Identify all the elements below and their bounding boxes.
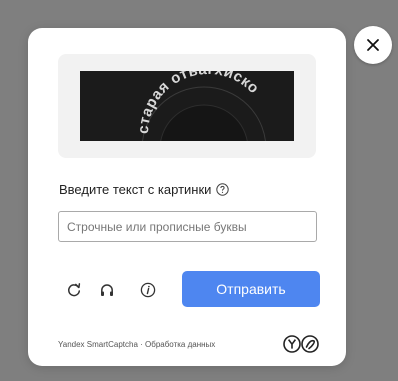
- question-circle-icon[interactable]: [216, 183, 230, 196]
- captcha-modal: старая отвагхиско Введите текст с картин…: [28, 28, 346, 366]
- captcha-prompt: Введите текст с картинки: [59, 182, 230, 197]
- captcha-image-panel: старая отвагхиско: [58, 54, 316, 158]
- footer-separator: ·: [137, 340, 146, 349]
- submit-button[interactable]: Отправить: [182, 271, 320, 307]
- captcha-prompt-label: Введите текст с картинки: [59, 182, 212, 197]
- info-button[interactable]: [138, 280, 158, 300]
- captcha-image: старая отвагхиско: [80, 71, 294, 141]
- refresh-icon: [68, 283, 81, 297]
- headphones-icon: [101, 284, 113, 296]
- audio-challenge-button[interactable]: [97, 280, 117, 300]
- close-icon: [367, 39, 379, 51]
- info-icon: [140, 282, 156, 298]
- refresh-button[interactable]: [64, 280, 84, 300]
- smartcaptcha-link[interactable]: Yandex SmartCaptcha: [58, 340, 138, 349]
- close-button[interactable]: [354, 26, 392, 64]
- data-processing-link[interactable]: Обработка данных: [145, 340, 215, 349]
- captcha-footer: Yandex SmartCaptcha · Обработка данных: [58, 340, 215, 349]
- captcha-answer-input[interactable]: [58, 211, 317, 242]
- yandex-smartcaptcha-logo: [283, 335, 319, 353]
